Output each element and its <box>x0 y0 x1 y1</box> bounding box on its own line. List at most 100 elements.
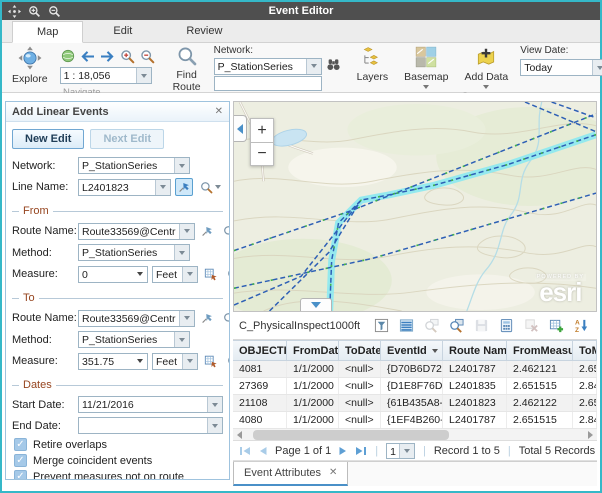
pan-to-selected-icon[interactable] <box>448 318 464 334</box>
select-measure-on-map-icon[interactable] <box>202 265 220 283</box>
chevron-down-icon[interactable] <box>179 311 194 326</box>
zoom-to-route-icon[interactable] <box>221 309 229 327</box>
zoom-to-measure-icon[interactable] <box>224 265 229 283</box>
chevron-down-icon[interactable] <box>592 60 602 75</box>
map-zoom-in-button[interactable]: + <box>250 118 274 142</box>
show-selected-records-icon[interactable] <box>398 318 414 334</box>
to-route-name-select[interactable]: Route33569@Centr <box>78 310 195 327</box>
column-header-objectid[interactable]: OBJECTID <box>233 341 287 360</box>
column-header-fromdate[interactable]: FromDate <box>287 341 339 360</box>
chevron-down-icon[interactable] <box>132 267 147 282</box>
table-row[interactable]: 27369 1/1/2000 <null> {D1E8F76D-F L24018… <box>233 378 597 395</box>
line-name-select[interactable]: L2401823 <box>78 179 171 196</box>
from-measure-unit-select[interactable]: Feet <box>152 266 198 283</box>
zoom-in-icon[interactable] <box>28 5 41 18</box>
chevron-down-icon[interactable] <box>182 267 197 282</box>
zoom-to-line-icon[interactable] <box>197 178 223 196</box>
chevron-down-icon[interactable] <box>136 68 151 83</box>
select-route-on-map-icon[interactable] <box>199 309 217 327</box>
column-header-frommeasure[interactable]: FromMeasure <box>507 341 573 360</box>
chevron-down-icon[interactable] <box>399 444 414 458</box>
scroll-right-icon[interactable] <box>588 431 593 439</box>
tab-map[interactable]: Map <box>12 21 83 43</box>
column-header-todate[interactable]: ToDate <box>339 341 381 360</box>
to-method-select[interactable]: P_StationSeries <box>78 331 190 348</box>
next-edit-button[interactable]: Next Edit <box>90 129 164 149</box>
checkbox-merge-coincident-events[interactable]: ✓ Merge coincident events <box>12 454 223 467</box>
pan-icon[interactable] <box>8 5 21 18</box>
horizontal-scrollbar[interactable] <box>233 429 597 441</box>
select-route-on-map-icon[interactable] <box>199 222 217 240</box>
start-date-select[interactable]: 11/21/2016 <box>78 396 223 413</box>
zoom-to-route-icon[interactable] <box>221 222 229 240</box>
view-date-select[interactable]: Today <box>520 59 602 76</box>
to-measure-input[interactable]: 351.75 <box>78 353 148 370</box>
zoom-out-icon[interactable] <box>48 5 61 18</box>
checkbox-prevent-measures-not-on-route[interactable]: ✓ Prevent measures not on route <box>12 470 223 479</box>
zoom-in-icon[interactable] <box>120 48 136 64</box>
scrollbar-track[interactable] <box>246 430 584 440</box>
chevron-down-icon[interactable] <box>174 332 189 347</box>
table-row[interactable]: 21108 1/1/2000 <null> {61B435A8-32 L2401… <box>233 395 597 412</box>
ribbon-network-select[interactable]: P_StationSeries <box>214 58 322 75</box>
tab-event-attributes[interactable]: Event Attributes ✕ <box>233 462 348 486</box>
chevron-down-icon[interactable] <box>182 354 197 369</box>
column-header-eventid[interactable]: EventId <box>381 341 443 360</box>
full-extent-icon[interactable] <box>60 48 76 64</box>
from-measure-input[interactable]: 0 <box>78 266 148 283</box>
chevron-down-icon[interactable] <box>306 59 321 74</box>
next-extent-icon[interactable] <box>100 48 116 64</box>
to-measure-unit-select[interactable]: Feet <box>152 353 198 370</box>
column-header-route-name[interactable]: Route Name <box>443 341 507 360</box>
scale-select[interactable]: 1 : 18,056 <box>60 67 152 84</box>
collapse-table-button[interactable] <box>300 298 332 311</box>
chevron-down-icon[interactable] <box>207 397 222 412</box>
add-data-button[interactable]: Add Data <box>460 45 512 90</box>
chevron-down-icon[interactable] <box>132 354 147 369</box>
chevron-down-icon[interactable] <box>174 158 189 173</box>
checkbox-retire-overlaps[interactable]: ✓ Retire overlaps <box>12 438 223 451</box>
table-row[interactable]: 4081 1/1/2000 <null> {D70B6D72-3 L240178… <box>233 361 597 378</box>
sort-records-icon[interactable]: AZ <box>573 318 589 334</box>
explore-button[interactable]: Explore <box>8 45 52 86</box>
find-route-button[interactable]: Find Route <box>168 45 206 100</box>
last-page-icon[interactable] <box>355 444 367 457</box>
binoculars-icon[interactable] <box>326 57 341 75</box>
collapse-left-panel-button[interactable] <box>234 115 247 142</box>
tab-review[interactable]: Review <box>162 20 246 42</box>
close-icon[interactable]: ✕ <box>329 468 337 478</box>
basemap-button[interactable]: Basemap <box>400 45 452 90</box>
zoom-to-measure-icon[interactable] <box>224 352 229 370</box>
field-calculator-icon[interactable] <box>498 318 514 334</box>
previous-extent-icon[interactable] <box>80 48 96 64</box>
end-date-select[interactable] <box>78 417 223 434</box>
save-edits-icon[interactable] <box>473 318 489 334</box>
new-edit-button[interactable]: New Edit <box>12 129 84 149</box>
chevron-down-icon[interactable] <box>207 418 222 433</box>
from-method-select[interactable]: P_StationSeries <box>78 244 190 261</box>
chevron-down-icon[interactable] <box>155 180 170 195</box>
next-page-icon[interactable] <box>337 444 349 457</box>
first-page-icon[interactable] <box>239 444 251 457</box>
layers-button[interactable]: Layers <box>353 45 393 84</box>
select-records-icon[interactable] <box>373 318 389 334</box>
close-icon[interactable]: ✕ <box>215 107 223 117</box>
chevron-down-icon[interactable] <box>179 224 194 239</box>
map-view[interactable]: + − POWERED BY esri <box>233 101 597 312</box>
column-header-tomeasure[interactable]: ToMea <box>573 341 597 360</box>
chevron-down-icon[interactable] <box>174 245 189 260</box>
zoom-to-selected-icon[interactable] <box>423 318 439 334</box>
table-row[interactable]: 4080 1/1/2000 <null> {1EF4B260-F0 L24017… <box>233 412 597 429</box>
route-search-input[interactable] <box>214 76 322 91</box>
network-select[interactable]: P_StationSeries <box>78 157 190 174</box>
map-zoom-out-button[interactable]: − <box>250 142 274 166</box>
zoom-out-icon[interactable] <box>140 48 156 64</box>
tab-edit[interactable]: Edit <box>89 20 156 42</box>
delete-selected-icon[interactable] <box>523 318 539 334</box>
scroll-left-icon[interactable] <box>237 431 242 439</box>
add-record-icon[interactable] <box>548 318 564 334</box>
select-measure-on-map-icon[interactable] <box>202 352 220 370</box>
scrollbar-thumb[interactable] <box>253 430 449 440</box>
page-size-select[interactable]: 1 <box>386 443 415 459</box>
from-route-name-select[interactable]: Route33569@Centr <box>78 223 195 240</box>
